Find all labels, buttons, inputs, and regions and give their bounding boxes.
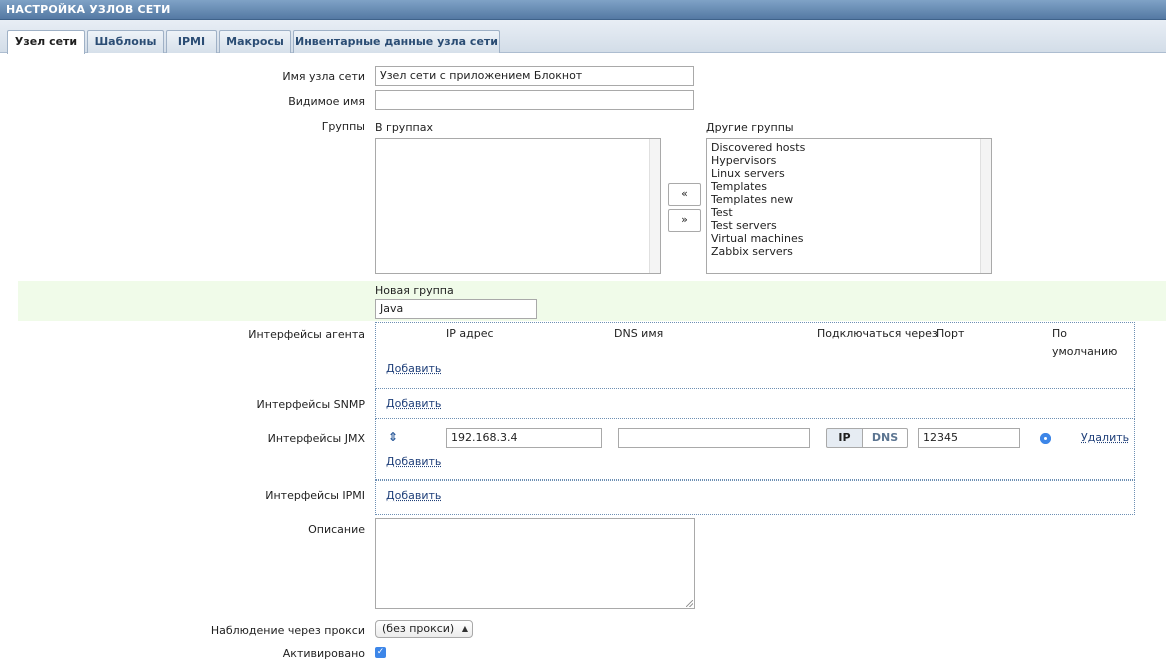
remove-jmx-interface-link[interactable]: Удалить — [1081, 431, 1129, 444]
other-groups-label: Другие группы — [706, 121, 794, 134]
list-item[interactable]: Linux servers — [711, 167, 991, 180]
page-title: НАСТРОЙКА УЗЛОВ СЕТИ — [0, 0, 1166, 20]
new-group-label: Новая группа — [375, 284, 454, 297]
jmx-ip-input[interactable]: 192.168.3.4 — [446, 428, 602, 448]
tab-inventory[interactable]: Инвентарные данные узла сети — [293, 30, 500, 53]
col-default-header-2: умолчанию — [1052, 345, 1118, 358]
add-agent-interface-link[interactable]: Добавить — [386, 362, 441, 375]
jmx-interfaces-label: Интерфейсы JMX — [267, 432, 365, 445]
visible-name-label: Видимое имя — [288, 95, 365, 108]
move-right-button[interactable]: » — [668, 209, 701, 232]
proxy-label: Наблюдение через прокси — [210, 624, 365, 637]
ipmi-interfaces-box — [375, 480, 1135, 515]
list-item[interactable]: Templates new — [711, 193, 991, 206]
tab-macros[interactable]: Макросы — [219, 30, 291, 53]
col-port-header: Порт — [936, 327, 965, 340]
description-textarea[interactable] — [375, 518, 695, 609]
snmp-interfaces-label: Интерфейсы SNMP — [256, 398, 365, 411]
ipmi-interfaces-label: Интерфейсы IPMI — [265, 489, 365, 502]
agent-interfaces-label: Интерфейсы агента — [248, 328, 365, 341]
host-name-label: Имя узла сети — [282, 70, 365, 83]
drag-handle-icon[interactable]: ⇕ — [388, 430, 398, 444]
tab-host[interactable]: Узел сети — [7, 30, 85, 54]
jmx-dns-input[interactable] — [618, 428, 810, 448]
list-item[interactable]: Hypervisors — [711, 154, 991, 167]
list-item[interactable]: Zabbix servers — [711, 245, 991, 258]
proxy-select-value: (без прокси) — [382, 622, 455, 635]
chevron-updown-icon: ▲ — [461, 624, 468, 633]
other-groups-list[interactable]: Discovered hosts Hypervisors Linux serve… — [706, 138, 992, 274]
host-name-input[interactable]: Узел сети с приложением Блокнот — [375, 66, 694, 86]
tab-bar: Узел сети Шаблоны IPMI Макросы Инвентарн… — [0, 20, 1166, 54]
connect-dns-button[interactable]: DNS — [862, 428, 908, 448]
tab-ipmi[interactable]: IPMI — [166, 30, 217, 53]
add-ipmi-interface-link[interactable]: Добавить — [386, 489, 441, 502]
snmp-interfaces-box — [375, 389, 1135, 419]
add-snmp-interface-link[interactable]: Добавить — [386, 397, 441, 410]
description-label: Описание — [308, 523, 365, 536]
groups-label: Группы — [321, 120, 365, 133]
resize-grip-icon[interactable] — [686, 600, 693, 607]
enabled-checkbox[interactable]: ✓ — [375, 647, 386, 658]
col-default-header-1: По — [1052, 327, 1068, 340]
tab-templates[interactable]: Шаблоны — [87, 30, 164, 53]
col-connect-header: Подключаться через — [817, 327, 938, 340]
new-group-row — [18, 281, 1166, 321]
new-group-input[interactable]: Java — [375, 299, 537, 319]
other-groups-scrollbar[interactable] — [980, 139, 991, 273]
col-dns-header: DNS имя — [614, 327, 664, 340]
in-groups-scrollbar[interactable] — [649, 139, 660, 273]
jmx-port-input[interactable]: 12345 — [918, 428, 1020, 448]
list-item[interactable]: Discovered hosts — [711, 141, 991, 154]
list-item[interactable]: Test — [711, 206, 991, 219]
move-left-button[interactable]: « — [668, 183, 701, 206]
proxy-select[interactable]: (без прокси) ▲ — [375, 620, 473, 638]
in-groups-label: В группах — [375, 121, 433, 134]
list-item[interactable]: Virtual machines — [711, 232, 991, 245]
enabled-label: Активировано — [282, 647, 365, 660]
visible-name-input[interactable] — [375, 90, 694, 110]
add-jmx-interface-link[interactable]: Добавить — [386, 455, 441, 468]
connect-ip-button[interactable]: IP — [826, 428, 863, 448]
list-item[interactable]: Templates — [711, 180, 991, 193]
default-interface-radio[interactable] — [1040, 433, 1051, 444]
col-ip-header: IP адрес — [446, 327, 494, 340]
in-groups-list[interactable] — [375, 138, 661, 274]
list-item[interactable]: Test servers — [711, 219, 991, 232]
